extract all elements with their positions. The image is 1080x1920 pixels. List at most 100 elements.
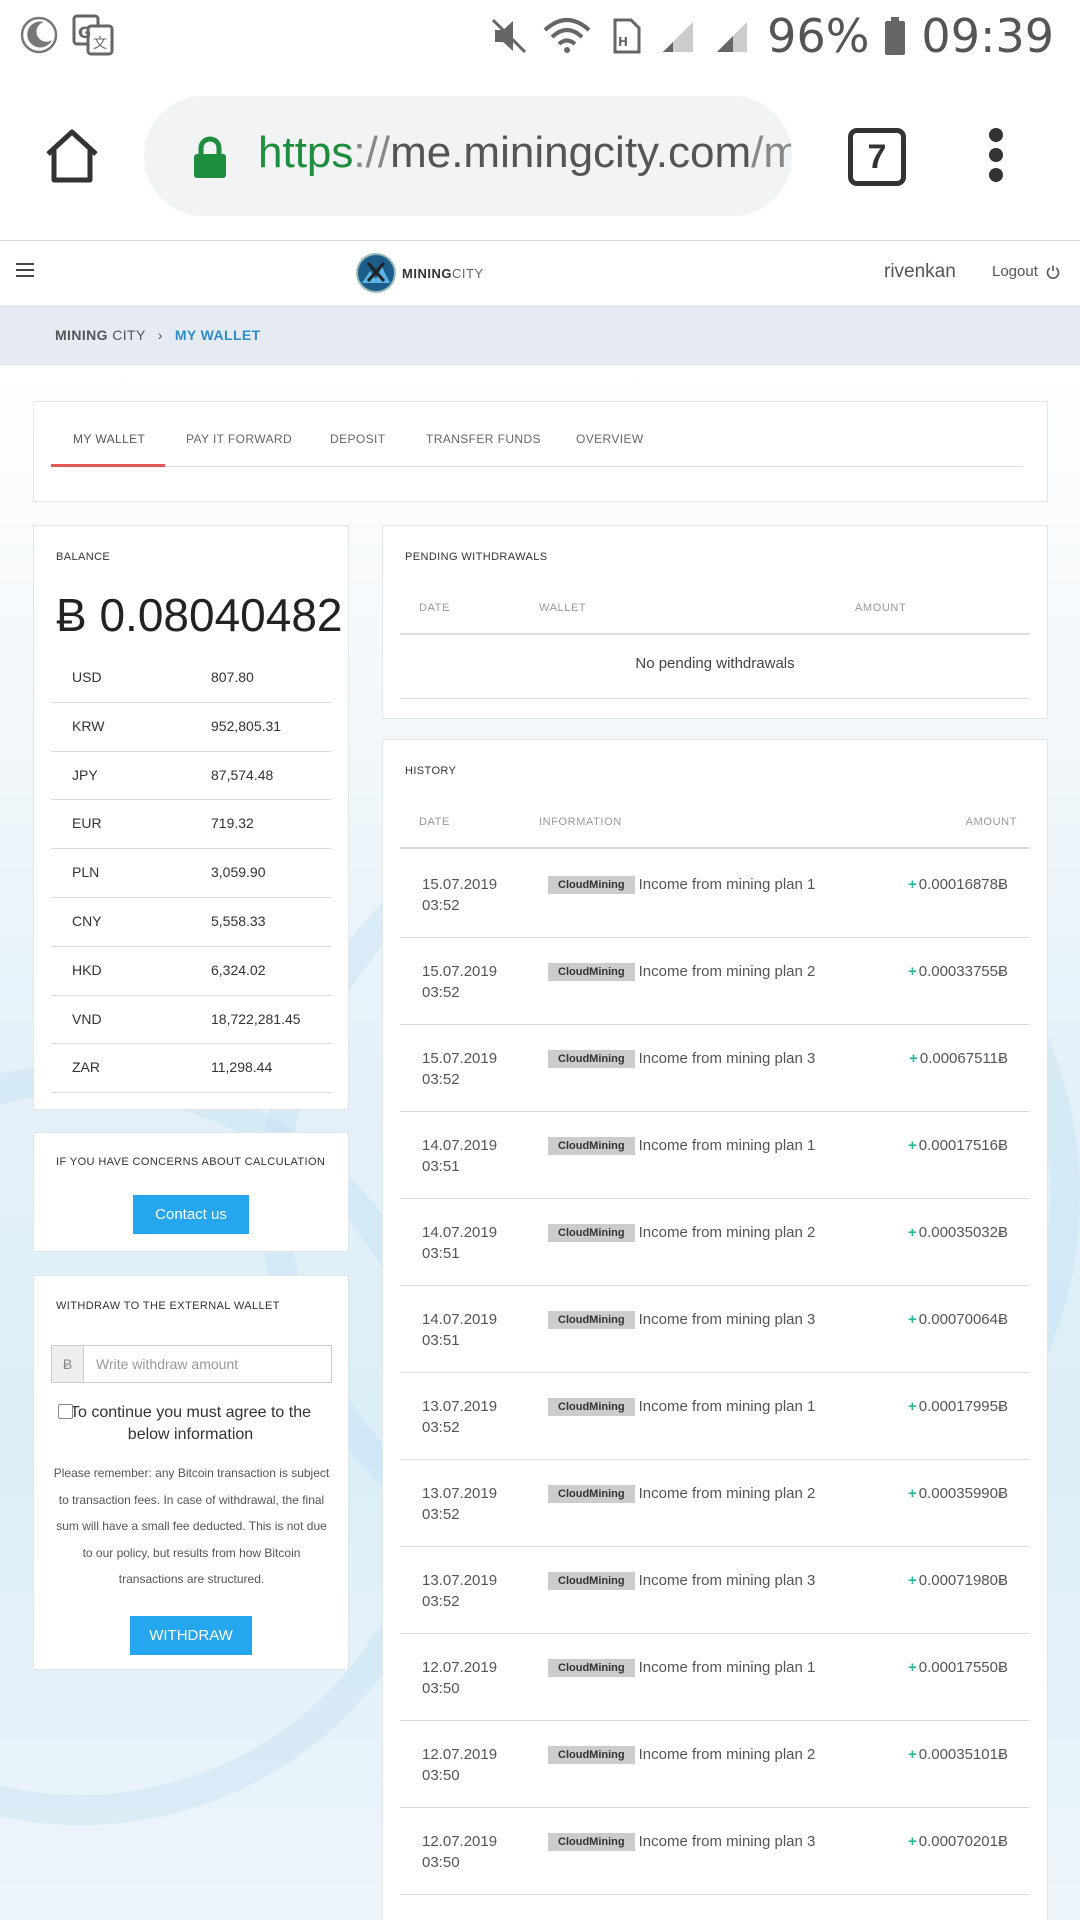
history-header-divider [400, 847, 1030, 849]
history-row: 14.07.2019 03:51 CloudMining Income from mi… [400, 1285, 1030, 1373]
pending-label: PENDING WITHDRAWALS [405, 551, 548, 563]
history-date: 14.07.2019 03:51 [422, 1222, 497, 1264]
history-info-text: Income from mining plan 2 [638, 1224, 816, 1241]
lock-icon[interactable] [192, 136, 228, 180]
history-info-text: Income from mining plan 3 [638, 1572, 816, 1589]
withdraw-button[interactable]: WITHDRAW [130, 1616, 252, 1655]
history-row: 14.07.2019 03:51 CloudMining Income from mi… [400, 1111, 1030, 1199]
history-date-time: 03:52 [422, 897, 460, 914]
history-amount: +0.00017550Ƀ [908, 1657, 1008, 1678]
history-amount: +0.00035101Ƀ [908, 1744, 1008, 1765]
signal-icon [663, 22, 694, 52]
currency-code: HKD [72, 961, 102, 978]
wallet-tabs: MY WALLET PAY IT FORWARD DEPOSIT TRANSFE… [33, 401, 1048, 502]
income-plus-icon: + [907, 1311, 917, 1328]
tab-deposit[interactable]: DEPOSIT [330, 432, 385, 446]
history-date-day: 15.07.2019 [422, 1050, 498, 1067]
breadcrumb-home-light: CITY [112, 327, 146, 343]
url-text[interactable]: https://me.miningcity.com/my [258, 128, 792, 178]
mute-icon [492, 18, 527, 54]
logout-button[interactable]: Logout [992, 263, 1060, 280]
pending-withdrawals-card: PENDING WITHDRAWALS DATE WALLET AMOUNT N… [382, 525, 1048, 719]
status-right: H 96% 09:39 [489, 8, 1054, 64]
tab-pay-it-forward[interactable]: PAY IT FORWARD [186, 432, 292, 446]
history-info-text: Income from mining plan 3 [638, 1833, 816, 1850]
history-info: CloudMining Income from mining plan 3 [548, 1309, 828, 1330]
history-date: 13.07.2019 03:52 [422, 1396, 497, 1438]
history-info-text: Income from mining plan 3 [638, 1050, 816, 1067]
cloudmining-badge: CloudMining [548, 1398, 635, 1416]
currency-row: VND 18,722,281.45 [51, 996, 332, 1045]
svg-text:H: H [618, 35, 628, 49]
balance-label: BALANCE [56, 551, 111, 563]
history-date-time: 03:52 [422, 1071, 460, 1088]
agree-checkbox[interactable] [58, 1404, 73, 1419]
hamburger-menu-icon[interactable] [16, 263, 34, 281]
power-icon [1046, 265, 1060, 279]
income-plus-icon: + [907, 963, 917, 980]
currency-code: JPY [72, 766, 98, 783]
history-info-text: Income from mining plan 1 [638, 1398, 816, 1415]
breadcrumb-home[interactable]: MINING CITY [55, 327, 146, 343]
history-date-day: 14.07.2019 [422, 1224, 498, 1241]
currency-row: USD 807.80 [51, 654, 332, 703]
concerns-label: IF YOU HAVE CONCERNS ABOUT CALCULATION [56, 1156, 326, 1168]
history-info-text: Income from mining plan 2 [638, 1485, 816, 1502]
cloudmining-badge: CloudMining [548, 876, 635, 894]
url-bar[interactable]: https://me.miningcity.com/my [144, 96, 792, 216]
currency-code: VND [72, 1010, 102, 1027]
signal-icon-2 [717, 22, 748, 52]
svg-text:G: G [78, 23, 91, 42]
currency-row: PLN 3,059.90 [51, 849, 332, 898]
history-date: 12.07.2019 03:50 [422, 1744, 497, 1786]
username[interactable]: rivenkan [884, 261, 956, 283]
currency-value: 3,059.90 [211, 864, 266, 881]
browser-toolbar: https://me.miningcity.com/my 7 [0, 72, 1080, 241]
history-row: 14.07.2019 03:51 CloudMining Income from mi… [400, 1198, 1030, 1286]
history-date-time: 03:52 [422, 1506, 460, 1523]
history-date-day: 12.07.2019 [422, 1746, 498, 1763]
history-info: CloudMining Income from mining plan 2 [548, 961, 828, 982]
tab-transfer-funds[interactable]: TRANSFER FUNDS [426, 432, 541, 446]
contact-us-button[interactable]: Contact us [133, 1195, 249, 1234]
history-amount-value: 0.00035101Ƀ [918, 1746, 1008, 1763]
history-row: 13.07.2019 03:52 CloudMining Income from mi… [400, 1372, 1030, 1460]
history-info-text: Income from mining plan 1 [638, 1137, 816, 1154]
url-host: me.miningcity.com [390, 128, 752, 177]
history-amount: +0.00070201Ƀ [908, 1831, 1008, 1852]
history-amount-value: 0.00017995Ƀ [918, 1398, 1008, 1415]
cloudmining-badge: CloudMining [548, 1224, 635, 1242]
history-date-day: 15.07.2019 [422, 876, 498, 893]
tab-switcher-button[interactable]: 7 [848, 128, 906, 186]
logout-label: Logout [992, 263, 1038, 280]
history-col-date: DATE [419, 816, 450, 828]
history-amount: +0.00071980Ƀ [908, 1570, 1008, 1591]
miningcity-logo[interactable]: MININGCITY [356, 253, 484, 293]
currency-code: USD [72, 669, 102, 685]
pending-col-wallet: WALLET [539, 602, 587, 614]
currency-row: EUR 719.32 [51, 800, 332, 850]
income-plus-icon: + [907, 1224, 917, 1241]
cloudmining-badge: CloudMining [548, 1572, 635, 1590]
pending-col-date: DATE [419, 602, 450, 614]
currency-row: JPY 87,574.48 [51, 752, 332, 801]
tab-my-wallet[interactable]: MY WALLET [73, 432, 145, 446]
history-amount-value: 0.00035990Ƀ [918, 1485, 1008, 1502]
history-info-text: Income from mining plan 3 [638, 1311, 816, 1328]
history-info-text: Income from mining plan 1 [638, 1659, 816, 1676]
history-date-day: 13.07.2019 [422, 1485, 498, 1502]
history-info: CloudMining Income from mining plan 1 [548, 1657, 828, 1678]
wifi-icon [543, 18, 591, 53]
browser-menu-icon[interactable] [984, 128, 1008, 184]
site-header: MININGCITY rivenkan Logout [0, 241, 1080, 305]
history-date-day: 13.07.2019 [422, 1398, 498, 1415]
income-plus-icon: + [907, 1398, 917, 1415]
tab-overview[interactable]: OVERVIEW [576, 432, 644, 446]
history-info-text: Income from mining plan 1 [638, 876, 816, 893]
withdraw-amount-input[interactable] [84, 1346, 331, 1382]
history-amount-value: 0.00017550Ƀ [918, 1659, 1008, 1676]
history-info: CloudMining Income from mining plan 2 [548, 1483, 828, 1504]
currency-row: KRW 952,805.31 [51, 703, 332, 752]
history-date-time: 03:50 [422, 1680, 460, 1697]
home-icon[interactable] [42, 126, 102, 186]
